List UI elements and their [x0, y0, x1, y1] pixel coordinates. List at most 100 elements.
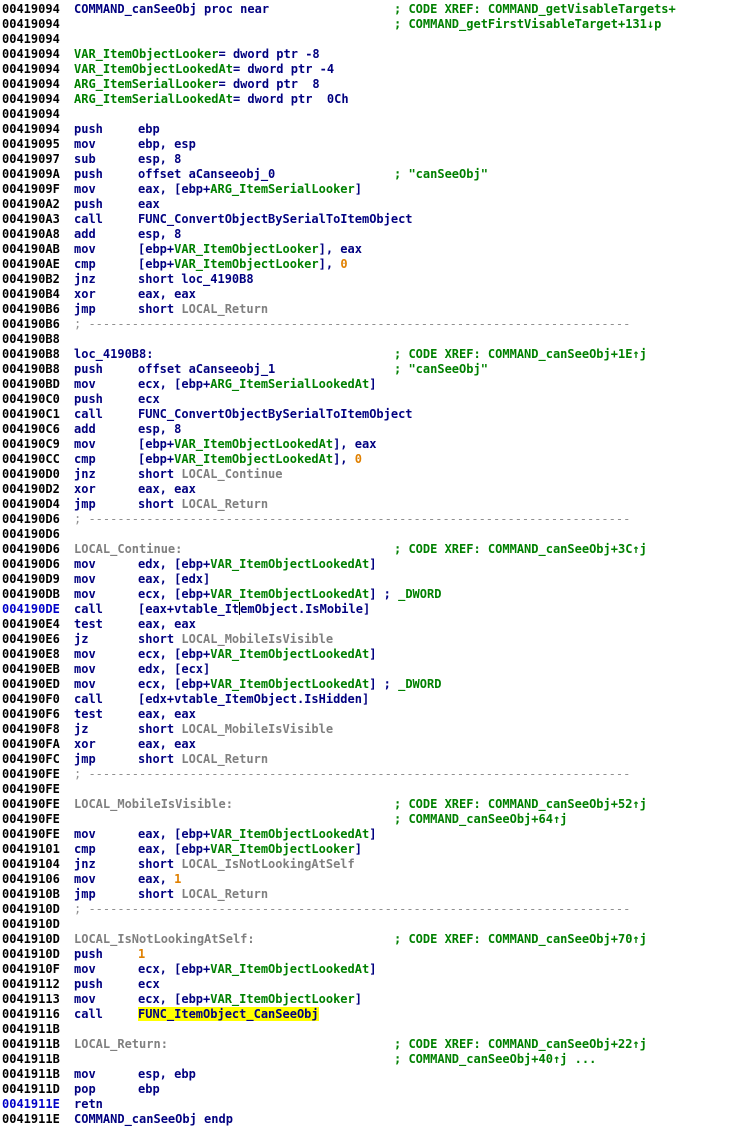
listing-line[interactable]: 004190D4 jmp short LOCAL_Return — [2, 497, 752, 512]
variable-ref[interactable]: VAR_ItemObjectLookedAt — [74, 62, 233, 76]
variable-ref[interactable]: VAR_ItemObjectLooker — [174, 257, 319, 271]
listing-line[interactable]: 0041911B LOCAL_Return: ; CODE XREF: COMMAN… — [2, 1037, 752, 1052]
listing-line[interactable]: 004190FA xor eax, eax — [2, 737, 752, 752]
listing-line[interactable]: 004190B6 jmp short LOCAL_Return — [2, 302, 752, 317]
listing-line[interactable]: 00419095 mov ebp, esp — [2, 137, 752, 152]
listing-line[interactable]: 00419094 ARG_ItemSerialLookedAt= dword pt… — [2, 92, 752, 107]
listing-line[interactable]: 0041910D — [2, 917, 752, 932]
listing-line[interactable]: 00419094 push ebp — [2, 122, 752, 137]
listing-line[interactable]: 004190B2 jnz short loc_4190B8 — [2, 272, 752, 287]
variable-ref[interactable]: VAR_ItemObjectLooker — [174, 242, 319, 256]
local-label-ref[interactable]: LOCAL_Return — [181, 302, 268, 316]
variable-ref[interactable]: VAR_ItemObjectLookedAt — [210, 962, 369, 976]
local-label-ref[interactable]: LOCAL_MobileIsVisible: — [74, 797, 233, 811]
listing-line[interactable]: 00419094 VAR_ItemObjectLooker= dword ptr … — [2, 47, 752, 62]
listing-line[interactable]: 0041911B mov esp, ebp — [2, 1067, 752, 1082]
listing-line[interactable]: 004190D0 jnz short LOCAL_Continue — [2, 467, 752, 482]
listing-line[interactable]: 0041911E COMMAND_canSeeObj endp — [2, 1112, 752, 1127]
xref-comment[interactable]: ; CODE XREF: COMMAND_getVisableTargets+ — [394, 2, 676, 17]
listing-line[interactable]: 004190FE mov eax, [ebp+VAR_ItemObjectLooke… — [2, 827, 752, 842]
listing-line[interactable]: 00419094 COMMAND_canSeeObj proc near ; COD… — [2, 2, 752, 17]
variable-ref[interactable]: VAR_ItemObjectLookedAt — [210, 647, 369, 661]
listing-line[interactable]: 00419113 mov ecx, [ebp+VAR_ItemObjectLooke… — [2, 992, 752, 1007]
xref-comment[interactable]: ; CODE XREF: COMMAND_canSeeObj+70↑j — [394, 932, 647, 947]
listing-line[interactable]: 004190F8 jz short LOCAL_MobileIsVisible — [2, 722, 752, 737]
listing-line[interactable]: 0041910D push 1 — [2, 947, 752, 962]
local-label-ref[interactable]: LOCAL_IsNotLookingAtSelf — [181, 857, 354, 871]
listing-line[interactable]: 004190E8 mov ecx, [ebp+VAR_ItemObjectLooke… — [2, 647, 752, 662]
listing-line[interactable]: 00419097 sub esp, 8 — [2, 152, 752, 167]
listing-line[interactable]: 004190BD mov ecx, [ebp+ARG_ItemSerialLooke… — [2, 377, 752, 392]
listing-line[interactable]: 004190D2 xor eax, eax — [2, 482, 752, 497]
listing-line[interactable]: 00419094 ; COMMAND_getFirstVisableTarget+… — [2, 17, 752, 32]
listing-line[interactable]: 004190CC cmp [ebp+VAR_ItemObjectLookedAt],… — [2, 452, 752, 467]
variable-ref[interactable]: VAR_ItemObjectLooker — [210, 842, 355, 856]
listing-line[interactable]: 00419094 — [2, 107, 752, 122]
listing-line[interactable]: 004190A2 push eax — [2, 197, 752, 212]
listing-line[interactable]: 0041910D LOCAL_IsNotLookingAtSelf: ; CODE … — [2, 932, 752, 947]
listing-line[interactable]: 004190D6 LOCAL_Continue: ; CODE XREF: COMM… — [2, 542, 752, 557]
variable-ref[interactable]: VAR_ItemObjectLookedAt — [174, 437, 333, 451]
listing-line[interactable]: 004190D6 — [2, 527, 752, 542]
listing-line[interactable]: 0041909A push offset aCanseeobj_0 ; "canSee… — [2, 167, 752, 182]
listing-line[interactable]: 004190ED mov ecx, [ebp+VAR_ItemObjectLooke… — [2, 677, 752, 692]
listing-line[interactable]: 0041911D pop ebp — [2, 1082, 752, 1097]
listing-line[interactable]: 00419094 ARG_ItemSerialLooker= dword ptr … — [2, 77, 752, 92]
listing-line[interactable]: 00419094 — [2, 32, 752, 47]
listing-line[interactable]: 004190C0 push ecx — [2, 392, 752, 407]
xref-comment[interactable]: ; CODE XREF: COMMAND_canSeeObj+52↑j — [394, 797, 647, 812]
listing-line[interactable]: 0041911B — [2, 1022, 752, 1037]
disassembly-listing[interactable]: 00419094 COMMAND_canSeeObj proc near ; COD… — [2, 2, 752, 1127]
listing-line[interactable]: 004190AB mov [ebp+VAR_ItemObjectLooker], e… — [2, 242, 752, 257]
listing-line[interactable]: 004190B4 xor eax, eax — [2, 287, 752, 302]
local-label-ref[interactable]: LOCAL_MobileIsVisible — [181, 632, 333, 646]
listing-line[interactable]: 004190C9 mov [ebp+VAR_ItemObjectLookedAt],… — [2, 437, 752, 452]
variable-ref[interactable]: ARG_ItemSerialLooker — [74, 77, 219, 91]
local-label-ref[interactable]: LOCAL_IsNotLookingAtSelf: — [74, 932, 255, 946]
variable-ref[interactable]: ARG_ItemSerialLookedAt — [210, 377, 369, 391]
variable-ref[interactable]: VAR_ItemObjectLooker — [74, 47, 219, 61]
xref-comment[interactable]: ; CODE XREF: COMMAND_canSeeObj+22↑j — [394, 1037, 647, 1052]
listing-line[interactable]: 004190E6 jz short LOCAL_MobileIsVisible — [2, 632, 752, 647]
listing-line[interactable]: 0041910F mov ecx, [ebp+VAR_ItemObjectLooke… — [2, 962, 752, 977]
listing-line[interactable]: 004190FE ; COMMAND_canSeeObj+64↑j — [2, 812, 752, 827]
listing-line[interactable]: 004190A3 call FUNC_ConvertObjectBySerialTo… — [2, 212, 752, 227]
listing-line[interactable]: 004190FC jmp short LOCAL_Return — [2, 752, 752, 767]
listing-line[interactable]: 004190DB mov ecx, [ebp+VAR_ItemObjectLooke… — [2, 587, 752, 602]
listing-line[interactable]: 004190F0 call [edx+vtable_ItemObject.IsHid… — [2, 692, 752, 707]
listing-line[interactable]: 0041909F mov eax, [ebp+ARG_ItemSerialLooke… — [2, 182, 752, 197]
variable-ref[interactable]: ARG_ItemSerialLookedAt — [74, 92, 233, 106]
listing-line[interactable]: 0041911E retn — [2, 1097, 752, 1112]
variable-ref[interactable]: VAR_ItemObjectLookedAt — [174, 452, 333, 466]
local-label-ref[interactable]: LOCAL_Continue — [181, 467, 282, 481]
listing-line[interactable]: 00419101 cmp eax, [ebp+VAR_ItemObjectLooke… — [2, 842, 752, 857]
variable-ref[interactable]: _DWORD — [398, 677, 441, 691]
listing-line[interactable]: 004190DE call [eax+vtable_ItemObject.IsMob… — [2, 602, 752, 617]
listing-line[interactable]: 004190F6 test eax, eax — [2, 707, 752, 722]
highlighted-symbol[interactable]: FUNC_ItemObject_CanSeeObj — [138, 1007, 319, 1021]
xref-comment[interactable]: ; CODE XREF: COMMAND_canSeeObj+3C↑j — [394, 542, 647, 557]
variable-ref[interactable]: VAR_ItemObjectLookedAt — [210, 677, 369, 691]
listing-line[interactable]: 004190AE cmp [ebp+VAR_ItemObjectLooker], 0 — [2, 257, 752, 272]
listing-line[interactable]: 0041910B jmp short LOCAL_Return — [2, 887, 752, 902]
variable-ref[interactable]: VAR_ItemObjectLookedAt — [210, 587, 369, 601]
listing-line[interactable]: 004190B8 loc_4190B8: ; CODE XREF: COMMAND_… — [2, 347, 752, 362]
listing-line[interactable]: 0041911B ; COMMAND_canSeeObj+40↑j ... — [2, 1052, 752, 1067]
listing-line[interactable]: 00419106 mov eax, 1 — [2, 872, 752, 887]
listing-line[interactable]: 004190EB mov edx, [ecx] — [2, 662, 752, 677]
local-label-ref[interactable]: LOCAL_Return — [181, 752, 268, 766]
listing-line[interactable]: 00419104 jnz short LOCAL_IsNotLookingAtSel… — [2, 857, 752, 872]
listing-line[interactable]: 004190B8 — [2, 332, 752, 347]
variable-ref[interactable]: VAR_ItemObjectLooker — [210, 992, 355, 1006]
listing-line[interactable]: 004190E4 test eax, eax — [2, 617, 752, 632]
variable-ref[interactable]: ARG_ItemSerialLooker — [210, 182, 355, 196]
variable-ref[interactable]: _DWORD — [398, 587, 441, 601]
listing-line[interactable]: 004190D6 ; ------------------------------… — [2, 512, 752, 527]
listing-line[interactable]: 00419094 VAR_ItemObjectLookedAt= dword pt… — [2, 62, 752, 77]
listing-line[interactable]: 004190FE LOCAL_MobileIsVisible: ; CODE XRE… — [2, 797, 752, 812]
variable-ref[interactable]: VAR_ItemObjectLookedAt — [210, 827, 369, 841]
xref-comment[interactable]: ; CODE XREF: COMMAND_canSeeObj+1E↑j — [394, 347, 647, 362]
listing-line[interactable]: 004190C6 add esp, 8 — [2, 422, 752, 437]
listing-line[interactable]: 004190B6 ; ------------------------------… — [2, 317, 752, 332]
listing-line[interactable]: 0041910D ; ------------------------------… — [2, 902, 752, 917]
